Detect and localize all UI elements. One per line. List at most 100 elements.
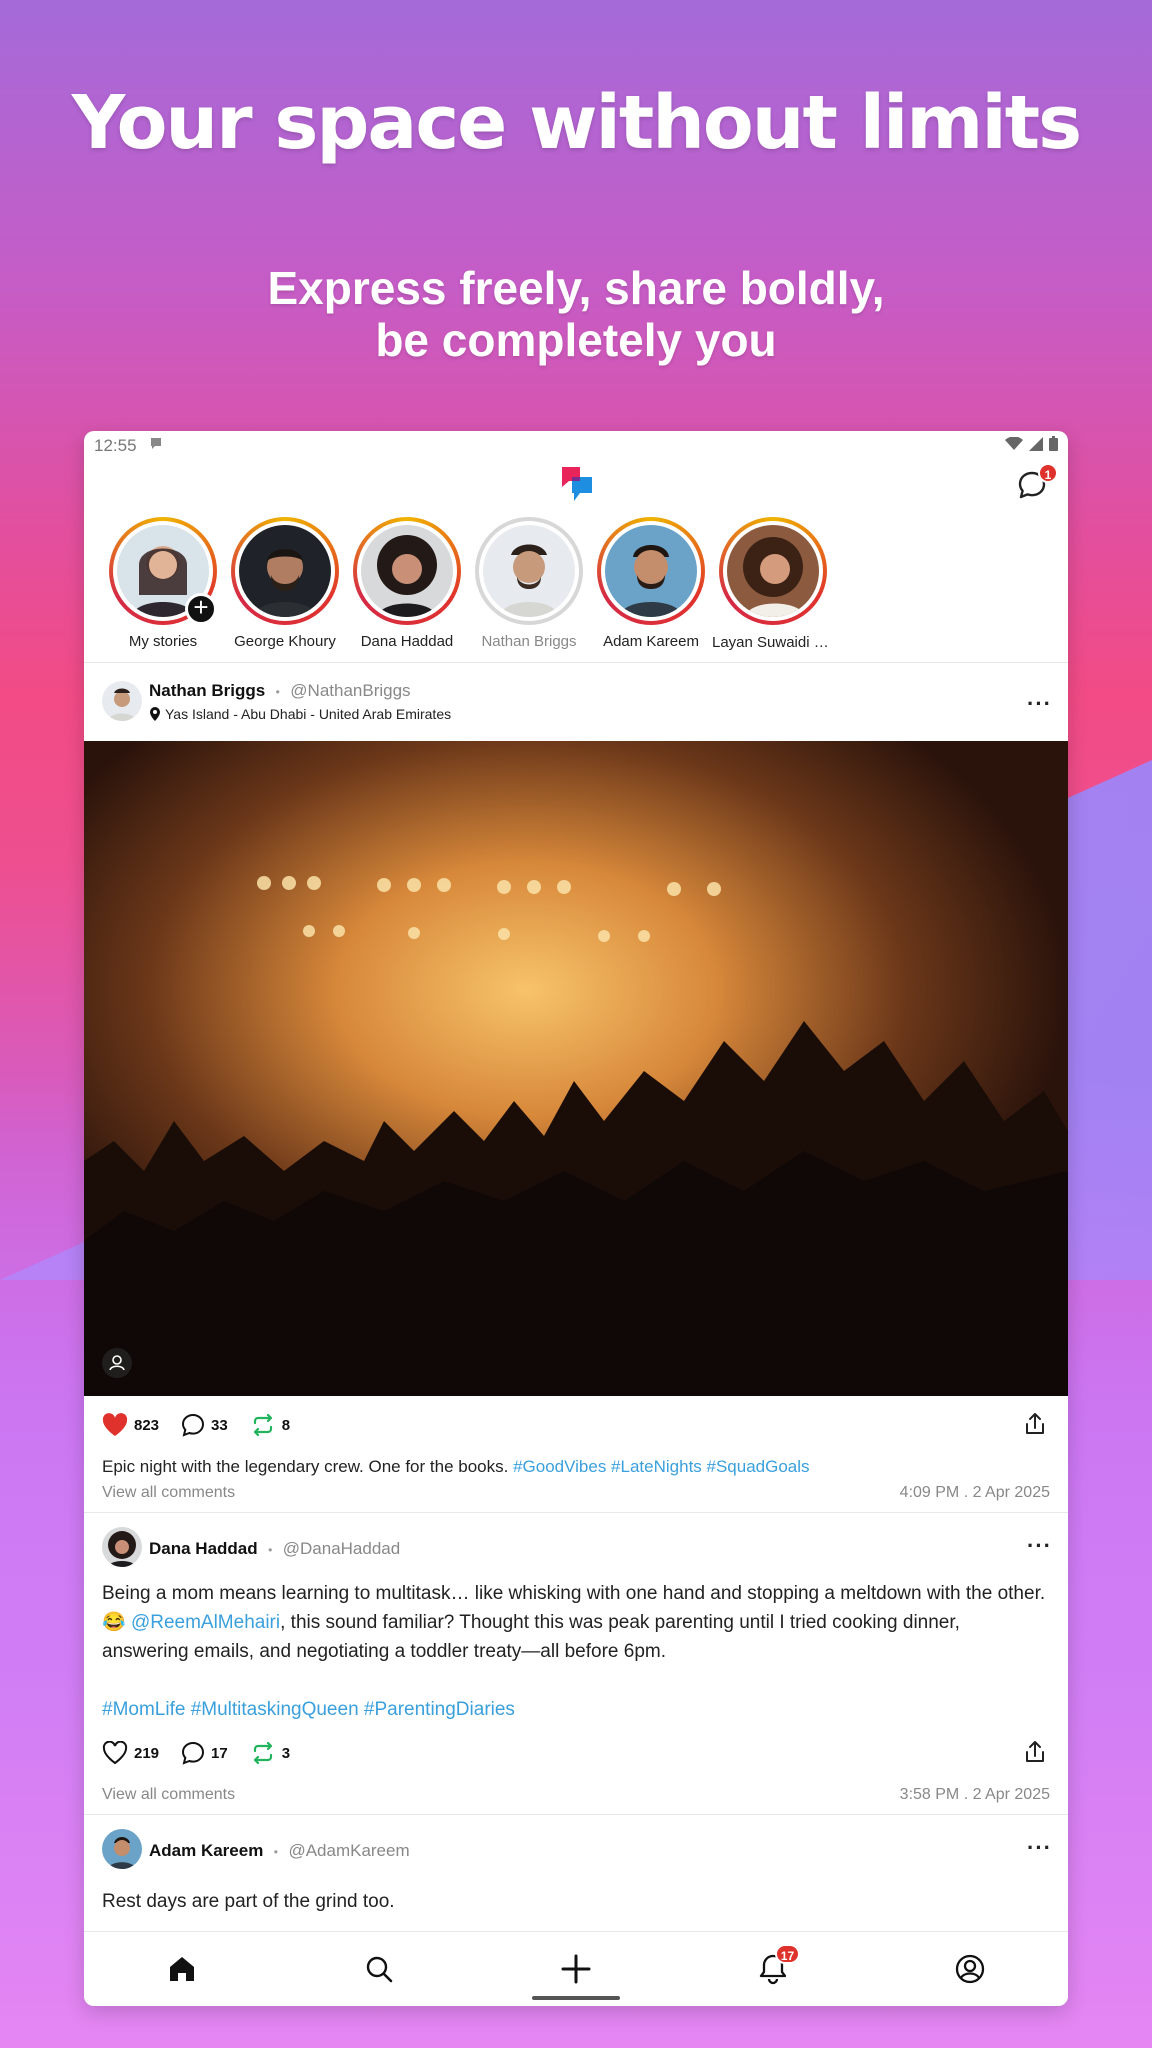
- story-layan-suwaidi[interactable]: Layan Suwaidi لي...: [712, 517, 834, 662]
- add-story-icon[interactable]: +: [185, 593, 217, 625]
- story-nathan-briggs[interactable]: Nathan Briggs: [468, 517, 590, 662]
- app-header: 1: [84, 461, 1068, 517]
- like-count: 219: [134, 1744, 160, 1762]
- post-header: Dana Haddad • @DanaHaddad ···: [84, 1513, 1068, 1569]
- nav-profile[interactable]: [940, 1944, 1000, 1994]
- comment-count: 17: [211, 1744, 228, 1762]
- hero-title: Your space without limits: [71, 80, 1082, 166]
- nav-home[interactable]: [152, 1944, 212, 1994]
- plus-icon: [561, 1954, 591, 1984]
- heart-filled-icon: [102, 1413, 128, 1436]
- post-header: Adam Kareem • @AdamKareem ···: [84, 1815, 1068, 1871]
- post-footer: View all comments 3:58 PM . 2 Apr 2025: [84, 1782, 1068, 1814]
- post-handle[interactable]: @AdamKareem: [288, 1841, 409, 1860]
- bottom-navigation: 17: [84, 1931, 1068, 2006]
- device-screen: 12:55 1 + My stories George Khoury Dana …: [84, 431, 1068, 2006]
- share-button[interactable]: [1024, 1412, 1046, 1440]
- hero-subtitle: Express freely, share boldly, be complet…: [0, 262, 1152, 366]
- person-icon: [109, 1355, 125, 1371]
- mention-link[interactable]: @ReemAlMehairi: [131, 1612, 280, 1633]
- share-button[interactable]: [1024, 1740, 1046, 1768]
- heart-outline-icon: [102, 1741, 128, 1765]
- avatar: [239, 525, 331, 617]
- signal-icon: [1029, 436, 1043, 456]
- repost-count: 8: [281, 1416, 291, 1434]
- stories-row: + My stories George Khoury Dana Haddad N…: [84, 517, 1068, 662]
- status-time: 12:55: [94, 436, 137, 455]
- share-icon: [1026, 1741, 1044, 1762]
- hero-subtitle-line2: be completely you: [375, 314, 777, 366]
- hashtags[interactable]: #GoodVibes #LateNights #SquadGoals: [513, 1457, 809, 1476]
- app-logo[interactable]: [560, 465, 594, 510]
- notifications-badge: 17: [774, 1944, 801, 1964]
- comment-count: 33: [211, 1416, 228, 1434]
- post-header: Nathan Briggs • @NathanBriggs Yas Island…: [84, 663, 1068, 741]
- post-timestamp: 4:09 PM . 2 Apr 2025: [899, 1484, 1050, 1501]
- story-george-khoury[interactable]: George Khoury: [224, 517, 346, 662]
- like-count: 823: [134, 1416, 160, 1434]
- app-notification-icon: [149, 436, 165, 457]
- more-options-icon[interactable]: ···: [1027, 691, 1052, 717]
- story-name: Nathan Briggs: [481, 633, 577, 650]
- share-icon: [1026, 1413, 1044, 1434]
- comment-icon: [182, 1741, 205, 1765]
- story-my-stories[interactable]: + My stories: [102, 517, 224, 662]
- nav-notifications[interactable]: 17: [743, 1944, 803, 1994]
- nav-create[interactable]: [546, 1944, 606, 1994]
- hero-subtitle-line1: Express freely, share boldly,: [267, 262, 885, 314]
- status-bar: 12:55: [84, 431, 1068, 461]
- post-handle[interactable]: @DanaHaddad: [283, 1539, 400, 1558]
- repost-button[interactable]: 8: [250, 1413, 290, 1437]
- like-button[interactable]: 823: [102, 1413, 159, 1437]
- messages-badge: 1: [1038, 463, 1058, 483]
- story-adam-kareem[interactable]: Adam Kareem: [590, 517, 712, 662]
- story-dana-haddad[interactable]: Dana Haddad: [346, 517, 468, 662]
- post-text: Rest days are part of the grind too.: [102, 1891, 395, 1912]
- avatar: [605, 525, 697, 617]
- story-name: Adam Kareem: [603, 633, 699, 650]
- post-author[interactable]: Nathan Briggs: [149, 681, 265, 700]
- comment-button[interactable]: 17: [181, 1741, 228, 1765]
- post-actions: 823 33 8: [84, 1396, 1068, 1454]
- story-name: Layan Suwaidi لي...: [712, 634, 834, 651]
- post-footer: View all comments 4:09 PM . 2 Apr 2025: [84, 1480, 1068, 1512]
- avatar[interactable]: [102, 1527, 142, 1567]
- nav-search[interactable]: [349, 1944, 409, 1994]
- post-text: Being a mom means learning to multitask……: [84, 1569, 1068, 1666]
- battery-icon: [1049, 436, 1058, 456]
- more-options-icon[interactable]: ···: [1027, 1835, 1052, 1861]
- post-photo[interactable]: [84, 741, 1068, 1396]
- post-location[interactable]: Yas Island - Abu Dhabi - United Arab Emi…: [165, 706, 451, 722]
- avatar: [483, 525, 575, 617]
- messages-button[interactable]: 1: [1016, 463, 1058, 503]
- avatar: [361, 525, 453, 617]
- avatar[interactable]: [102, 1829, 142, 1869]
- home-indicator: [532, 1996, 620, 2000]
- profile-icon: [955, 1954, 984, 1984]
- post-timestamp: 3:58 PM . 2 Apr 2025: [899, 1786, 1050, 1803]
- view-comments-link[interactable]: View all comments: [102, 1484, 235, 1502]
- post-author[interactable]: Dana Haddad: [149, 1539, 258, 1558]
- view-comments-link[interactable]: View all comments: [102, 1786, 235, 1804]
- like-button[interactable]: 219: [102, 1741, 159, 1765]
- avatar[interactable]: [102, 681, 142, 721]
- post-caption: Epic night with the legendary crew. One …: [84, 1454, 1068, 1480]
- comment-button[interactable]: 33: [181, 1413, 228, 1437]
- more-options-icon[interactable]: ···: [1027, 1533, 1052, 1559]
- repost-icon: [253, 1413, 272, 1437]
- story-name: George Khoury: [234, 633, 336, 650]
- wifi-icon: [1005, 436, 1023, 456]
- home-icon: [170, 1957, 195, 1981]
- story-name: Dana Haddad: [360, 633, 454, 650]
- post-actions: 219 17 3: [84, 1724, 1068, 1782]
- post-author[interactable]: Adam Kareem: [149, 1841, 263, 1860]
- repost-count: 3: [281, 1744, 291, 1762]
- repost-button[interactable]: 3: [250, 1741, 290, 1765]
- hashtags[interactable]: #MomLife #MultitaskingQueen #ParentingDi…: [84, 1695, 1068, 1724]
- post-handle[interactable]: @NathanBriggs: [290, 681, 410, 700]
- caption-text: Epic night with the legendary crew. One …: [102, 1457, 509, 1476]
- search-icon: [366, 1956, 393, 1983]
- story-name: My stories: [128, 633, 198, 650]
- comment-icon: [182, 1413, 205, 1437]
- tagged-people-button[interactable]: [102, 1348, 132, 1378]
